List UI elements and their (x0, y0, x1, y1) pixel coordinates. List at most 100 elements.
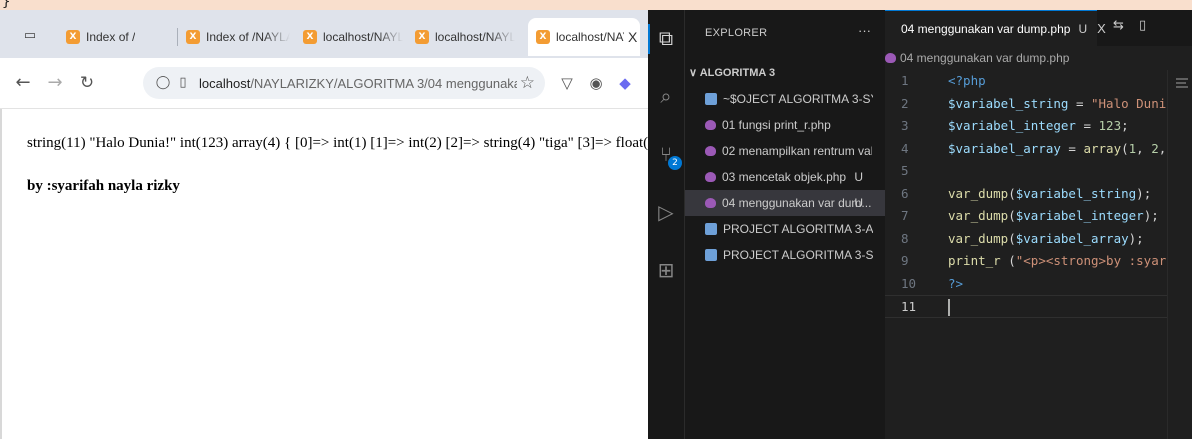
explorer-files-icon[interactable]: ⧉ (654, 26, 678, 50)
php-file-icon (885, 53, 896, 63)
url-path: /NAYLARIZKY/ALGORITMA 3/04 menggunakan (250, 75, 517, 91)
breadcrumb-file: 04 menggunakan var dump.php (900, 51, 1070, 65)
git-status: U (1078, 21, 1088, 36)
line-number: 6 (901, 185, 909, 201)
code-token: var_dump (948, 230, 1009, 246)
file-item[interactable]: PROJECT ALGORITMA 3-SYARIF... (685, 242, 885, 268)
extension-icon[interactable]: ◆ (615, 73, 635, 93)
line-number: 11 (901, 299, 917, 314)
code-token: array (1083, 140, 1122, 156)
tab-strip: ▭ X Index of / X Index of /NAYLA X local… (0, 10, 648, 58)
file-name: PROJECT ALGORITMA 3-SYARIF... (723, 248, 873, 262)
var-dump-output: string(11) "Halo Dunia!" int(123) array(… (27, 135, 683, 151)
editor-tab-strip: 04 menggunakan var dump.php U X ⇆ ▯ (885, 10, 1192, 46)
url-host: localhost (199, 75, 251, 91)
extensions-icon[interactable]: ⊞ (654, 258, 678, 282)
source-control-icon[interactable]: ⑂ 2 (654, 142, 682, 170)
tab-index-nayla[interactable]: X Index of /NAYLA (186, 18, 290, 56)
line-number: 1 (901, 73, 909, 88)
file-item[interactable]: 01 fungsi print_r.php (685, 112, 885, 138)
line-number: 7 (901, 208, 909, 223)
forward-arrow-icon[interactable]: → (44, 72, 66, 94)
breadcrumb[interactable]: 04 menggunakan var dump.php (885, 46, 1069, 70)
xampp-favicon-icon: X (415, 30, 429, 44)
php-file-icon (705, 146, 716, 156)
code-token: $variabel_array (1015, 230, 1129, 246)
folder-header[interactable]: ∨ ALGORITMA 3 (689, 66, 775, 79)
reload-icon[interactable]: ↻ (76, 72, 98, 94)
line-number: 8 (901, 230, 909, 246)
code-area[interactable]: 1 <?php 2 $variabel_string = "Halo Dunia!"… (885, 70, 1192, 318)
xampp-favicon-icon: X (536, 30, 550, 44)
shield-icon[interactable]: ◯ (155, 75, 171, 91)
editor-tab-label: 04 menggunakan var dump.php (901, 21, 1071, 36)
bookmark-star-icon[interactable]: ☆ (520, 73, 535, 93)
file-item[interactable]: 03 mencetak objek.php U (685, 164, 885, 190)
tab-localhost-active[interactable]: X localhost/NAY X (528, 18, 640, 56)
top-strip: } (0, 0, 1192, 10)
code-token: 123 (1098, 118, 1122, 133)
split-editor-icon[interactable]: ▯ (1139, 18, 1146, 33)
code-token: $variabel_string (948, 95, 1069, 111)
page-info-icon[interactable]: ▯ (175, 75, 191, 91)
php-file-icon (705, 120, 716, 130)
xampp-favicon-icon: X (66, 30, 80, 44)
tab-close-button[interactable]: X (628, 29, 637, 45)
code-token: 2 (1151, 140, 1159, 156)
tab-localhost-1[interactable]: X localhost/NAYLA (303, 18, 403, 56)
file-item[interactable]: 02 menampilkan rentrum value ... (685, 138, 885, 164)
php-close-tag: ?> (948, 275, 964, 291)
file-item[interactable]: PROJECT ALGORITMA 3-AHMA... (685, 216, 885, 242)
php-file-icon (705, 198, 716, 208)
code-line: 1 <?php (885, 70, 1192, 93)
line-number: 3 (901, 118, 909, 133)
file-name: ~$OJECT ALGORITMA 3-SYARIF... (723, 92, 873, 106)
code-token: "<p><strong>by :syarifal (1015, 253, 1192, 268)
compare-changes-icon[interactable]: ⇆ (1113, 18, 1124, 33)
xampp-favicon-icon: X (303, 30, 317, 44)
word-file-icon (705, 249, 717, 261)
file-item[interactable]: ~$OJECT ALGORITMA 3-SYARIF... (685, 86, 885, 112)
explorer-sidebar: EXPLORER ··· ∨ ALGORITMA 3 ~$OJECT ALGOR… (685, 10, 885, 439)
editor-tab-active[interactable]: 04 menggunakan var dump.php U X (885, 10, 1106, 46)
back-arrow-icon[interactable]: ← (12, 72, 34, 94)
file-name: 04 menggunakan var dum... (722, 196, 872, 210)
code-token: $variabel_integer (1015, 208, 1144, 223)
code-line: 10 ?> (885, 273, 1192, 296)
word-file-icon (705, 93, 717, 105)
active-indicator (648, 24, 650, 54)
tab-label: Index of /NAYLA (206, 30, 290, 44)
byline-text: by :syarifah nayla rizky (27, 178, 180, 194)
file-item-selected[interactable]: 04 menggunakan var dum... U (685, 190, 885, 216)
code-editor: 04 menggunakan var dump.php U X ⇆ ▯ 04 m… (885, 10, 1192, 439)
tab-index-root[interactable]: X Index of / (66, 18, 178, 56)
text-cursor (948, 299, 950, 316)
tab-actions-icon[interactable]: ▭ (20, 24, 40, 46)
tab-label: localhost/NAYLA (323, 30, 403, 44)
explorer-title: EXPLORER (705, 27, 768, 39)
account-icon[interactable]: ◉ (586, 73, 606, 93)
code-token: $variabel_integer (948, 118, 1076, 133)
code-token: $variabel_string (1015, 185, 1137, 201)
search-icon[interactable]: ⌕ (654, 84, 678, 108)
minimap[interactable] (1167, 70, 1192, 439)
code-token: $variabel_array (948, 140, 1061, 156)
folder-name: ALGORITMA 3 (699, 67, 776, 79)
line-number: 10 (901, 275, 917, 291)
url-text[interactable]: localhost/NAYLARIZKY/ALGORITMA 3/04 meng… (199, 76, 517, 91)
browser-toolbar: ← → ↻ ◯ ▯ localhost/NAYLARIZKY/ALGORITMA… (0, 58, 648, 109)
code-line: 4$variabel_array = array(1, 2, "t (885, 138, 1192, 161)
more-actions-icon[interactable]: ··· (858, 23, 871, 38)
code-line: 9 print_r ("<p><strong>by :syarifal (885, 250, 1192, 273)
tab-localhost-2[interactable]: X localhost/NAYLA (415, 18, 515, 56)
tab-label: Index of / (86, 30, 136, 44)
close-tab-button[interactable]: X (1097, 21, 1106, 36)
address-bar[interactable]: ◯ ▯ localhost/NAYLARIZKY/ALGORITMA 3/04 … (143, 67, 545, 99)
run-debug-icon[interactable]: ▷ (654, 200, 678, 224)
code-line: 2 $variabel_string = "Halo Dunia!" (885, 93, 1192, 116)
page-content: string(11) "Halo Dunia!" int(123) array(… (0, 109, 683, 439)
chevron-down-icon: ∨ (689, 67, 700, 79)
word-file-icon (705, 223, 717, 235)
pocket-icon[interactable]: ▽ (557, 73, 577, 93)
activity-bar: ⧉ ⌕ ⑂ 2 ▷ ⊞ (648, 10, 685, 439)
